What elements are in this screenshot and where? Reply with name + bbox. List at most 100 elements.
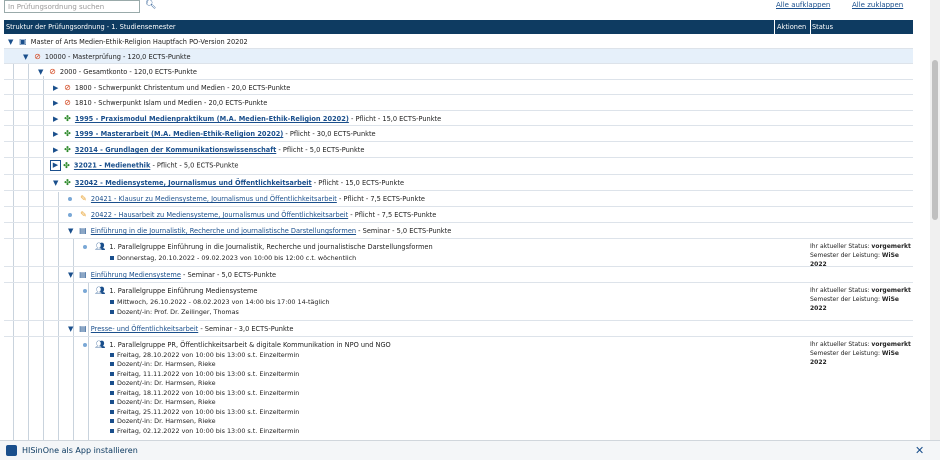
expand-icon[interactable]: ▶ xyxy=(53,146,62,154)
tree-row-einfuehrung-mediensysteme[interactable]: ▼ ▤ Einführung Mediensysteme - Seminar -… xyxy=(4,267,913,283)
status-block: Ihr aktueller Status: vorgemerkt Semeste… xyxy=(810,243,911,268)
scrollbar-thumb[interactable] xyxy=(932,60,938,220)
appointment-line: Freitag, 18.11.2022 von 10:00 bis 13:00 … xyxy=(110,389,299,397)
status-badge: vorgemerkt xyxy=(871,341,911,348)
appointment-line: Freitag, 25.11.2022 von 10:00 bis 13:00 … xyxy=(110,408,299,416)
course-icon: ▤ xyxy=(79,226,87,235)
account-icon: ⊘ xyxy=(49,67,56,76)
module-icon: ✤ xyxy=(64,178,71,187)
collapse-icon[interactable]: ▼ xyxy=(38,68,47,76)
tree-row-hausarbeit[interactable]: ✎ 20422 - Hausarbeit zu Mediensysteme, J… xyxy=(4,207,913,223)
module-icon: ✤ xyxy=(63,160,70,170)
tree-row-klausur[interactable]: ✎ 20421 - Klausur zu Mediensysteme, Jour… xyxy=(4,191,913,207)
bullet-icon xyxy=(110,410,114,414)
module-link[interactable]: 32021 - Medienethik xyxy=(74,162,150,170)
module-link[interactable]: 32014 - Grundlagen der Kommunikationswis… xyxy=(75,146,276,154)
course-link[interactable]: Einführung Mediensysteme xyxy=(91,271,181,279)
exam-regulation-tree: ▼ ▣ Master of Arts Medien-Ethik-Religion… xyxy=(4,34,913,440)
bullet-icon xyxy=(83,245,87,249)
lecturer-line: Dozent/-in: Prof. Dr. Zeilinger, Thomas xyxy=(110,308,239,316)
tree-row-medienethik[interactable]: ▶ ✤ 32021 - Medienethik - Pflicht - 5,0 … xyxy=(4,158,913,175)
tree-row-masterarbeit[interactable]: ▶ ✤ 1999 - Masterarbeit (M.A. Medien-Eth… xyxy=(4,126,913,142)
group-icon: 👥︎ xyxy=(95,242,106,251)
tree-row-mediensysteme[interactable]: ▼ ✤ 32042 - Mediensysteme, Journalismus … xyxy=(4,175,913,191)
search-input[interactable]: In Prüfungsordnung suchen xyxy=(4,0,140,13)
collapse-icon[interactable]: ▼ xyxy=(68,227,77,235)
bullet-icon xyxy=(68,197,72,201)
bullet-icon xyxy=(110,300,114,304)
lecturer-line: Dozent/-in: Dr. Harmsen, Rieke xyxy=(110,360,216,368)
exam-icon: ✎ xyxy=(80,210,87,219)
tree-row-gesamtkonto[interactable]: ▼ ⊘ 2000 - Gesamtkonto - 120,0 ECTS-Punk… xyxy=(4,64,913,80)
install-app-banner: HISinOne als App installieren ✕ xyxy=(0,440,940,460)
appointment-line: Freitag, 28.10.2022 von 10:00 bis 13:00 … xyxy=(110,351,299,359)
install-app-link[interactable]: HISinOne als App installieren xyxy=(22,446,138,455)
tree-row-program[interactable]: ▼ ▣ Master of Arts Medien-Ethik-Religion… xyxy=(4,34,913,49)
module-link[interactable]: 32042 - Mediensysteme, Journalismus und … xyxy=(75,179,312,187)
column-status: Status xyxy=(812,23,834,31)
account-icon: ⊘ xyxy=(64,98,71,107)
exam-link[interactable]: 20421 - Klausur zu Mediensysteme, Journa… xyxy=(91,195,337,203)
tree-row-einfuehrung-journalistik[interactable]: ▼ ▤ Einführung in die Journalistik, Rech… xyxy=(4,223,913,239)
course-icon: ▤ xyxy=(79,324,87,333)
bullet-icon xyxy=(110,256,114,260)
appointment-line: Mittwoch, 26.10.2022 - 08.02.2023 von 14… xyxy=(110,298,330,306)
search-icon[interactable]: 🔍︎ xyxy=(145,0,157,13)
bullet-icon xyxy=(110,353,114,357)
module-icon: ✤ xyxy=(64,145,71,154)
course-link[interactable]: Presse- und Öffentlichkeitsarbeit xyxy=(91,325,198,333)
document-icon: ▣ xyxy=(19,37,27,46)
collapse-all-link[interactable]: Alle zuklappen xyxy=(852,1,903,9)
lecturer-line: Dozent/-in: Dr. Harmsen, Rieke xyxy=(110,398,216,406)
bullet-icon xyxy=(68,213,72,217)
status-block: Ihr aktueller Status: vorgemerkt Semeste… xyxy=(810,341,911,366)
exam-icon: ✎ xyxy=(80,194,87,203)
bullet-icon xyxy=(110,429,114,433)
collapse-icon[interactable]: ▼ xyxy=(23,53,32,61)
account-icon: ⊘ xyxy=(34,52,41,61)
expand-icon[interactable]: ▶ xyxy=(50,160,61,171)
appointment-line: Freitag, 02.12.2022 von 10:00 bis 13:00 … xyxy=(110,427,299,435)
collapse-icon[interactable]: ▼ xyxy=(8,38,17,46)
tree-row-presse[interactable]: ▼ ▤ Presse- und Öffentlichkeitsarbeit - … xyxy=(4,321,913,337)
bullet-icon xyxy=(83,343,87,347)
expand-icon[interactable]: ▶ xyxy=(53,84,62,92)
group-icon: 👥︎ xyxy=(95,286,106,295)
collapse-icon[interactable]: ▼ xyxy=(53,179,62,187)
scrollbar[interactable] xyxy=(930,0,940,440)
appointment-line: Freitag, 11.11.2022 von 10:00 bis 13:00 … xyxy=(110,370,299,378)
collapse-icon[interactable]: ▼ xyxy=(68,271,77,279)
toolbar: In Prüfungsordnung suchen 🔍︎ Alle aufkla… xyxy=(0,0,930,20)
status-block: Ihr aktueller Status: vorgemerkt Semeste… xyxy=(810,287,911,312)
group-icon: 👥︎ xyxy=(95,340,106,349)
expand-icon[interactable]: ▶ xyxy=(53,130,62,138)
expand-all-link[interactable]: Alle aufklappen xyxy=(776,1,830,9)
expand-icon[interactable]: ▶ xyxy=(53,115,62,123)
bullet-icon xyxy=(110,419,114,423)
exam-link[interactable]: 20422 - Hausarbeit zu Mediensysteme, Jou… xyxy=(91,211,348,219)
status-badge: vorgemerkt xyxy=(871,243,911,250)
tree-row-parallelgruppe-journalistik: 👥︎ 1. Parallelgruppe Einführung in die J… xyxy=(4,239,913,268)
expand-icon[interactable]: ▶ xyxy=(53,99,62,107)
lecturer-line: Dozent/-in: Dr. Harmsen, Rieke xyxy=(110,417,216,425)
tree-row-grundlagen[interactable]: ▶ ✤ 32014 - Grundlagen der Kommunikation… xyxy=(4,142,913,158)
module-link[interactable]: 1999 - Masterarbeit (M.A. Medien-Ethik-R… xyxy=(75,130,283,138)
table-header: Struktur der Prüfungsordnung - 1. Studie… xyxy=(4,20,913,34)
tree-row-schwerpunkt-islam[interactable]: ▶ ⊘ 1810 - Schwerpunkt Islam und Medien … xyxy=(4,95,913,111)
bullet-icon xyxy=(110,310,114,314)
tree-row-schwerpunkt-christentum[interactable]: ▶ ⊘ 1800 - Schwerpunkt Christentum und M… xyxy=(4,80,913,95)
bullet-icon xyxy=(110,381,114,385)
account-icon: ⊘ xyxy=(64,83,71,92)
course-link[interactable]: Einführung in die Journalistik, Recherch… xyxy=(91,227,356,235)
course-icon: ▤ xyxy=(79,270,87,279)
column-actions: Aktionen xyxy=(777,23,807,31)
bullet-icon xyxy=(110,400,114,404)
collapse-icon[interactable]: ▼ xyxy=(68,325,77,333)
tree-row-praxismodul[interactable]: ▶ ✤ 1995 - Praxismodul Medienpraktikum (… xyxy=(4,111,913,126)
bullet-icon xyxy=(83,289,87,293)
close-icon[interactable]: ✕ xyxy=(915,444,924,457)
tree-row-masterpruefung[interactable]: ▼ ⊘ 10000 - Masterprüfung - 120,0 ECTS-P… xyxy=(4,49,913,64)
column-structure: Struktur der Prüfungsordnung - 1. Studie… xyxy=(6,23,176,31)
module-icon: ✤ xyxy=(64,114,71,123)
module-link[interactable]: 1995 - Praxismodul Medienpraktikum (M.A.… xyxy=(75,115,349,123)
